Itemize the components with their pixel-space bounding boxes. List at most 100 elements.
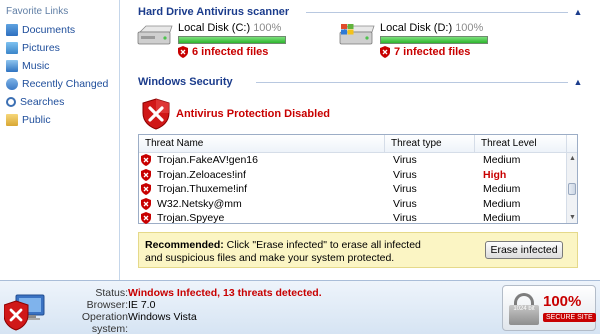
disk-percent: 100%: [253, 22, 282, 34]
os-label: Operation system:: [81, 311, 128, 334]
footer-labels: Status: Browser: Operation system:: [52, 287, 128, 334]
disk-label: Local Disk (D:) 100%: [380, 22, 483, 34]
status-label: Status:: [95, 287, 128, 299]
status-footer: Status: Browser: Operation system: Windo…: [0, 280, 600, 334]
shield-x-icon: [380, 46, 390, 58]
main-panel: Hard Drive Antivirus scanner ▲ Local Dis…: [128, 0, 592, 280]
threat-type-cell: Virus: [393, 183, 417, 196]
scan-progress-fill: [381, 37, 487, 43]
threat-name: W32.Netsky@mm: [157, 197, 242, 210]
favorite-links-title: Favorite Links: [6, 6, 69, 17]
threat-level-cell: Medium: [483, 183, 521, 196]
sidebar-item-searches[interactable]: Searches: [0, 93, 119, 111]
os-value: Windows Vista: [128, 311, 197, 323]
secure-percent: 100%: [543, 293, 582, 310]
shield-x-icon: [141, 168, 151, 181]
infected-label: 7 infected files: [394, 46, 471, 58]
scan-progress-bar: [178, 36, 286, 44]
collapse-chevron-icon[interactable]: ▲: [572, 76, 584, 88]
threat-type-cell: Virus: [393, 197, 417, 210]
browser-value: IE 7.0: [128, 299, 156, 311]
sidebar-item-recently-changed[interactable]: Recently Changed: [0, 75, 119, 93]
padlock-icon: 1024 bit: [509, 293, 539, 325]
column-header-threat-type[interactable]: Threat type: [385, 135, 475, 152]
shield-x-icon: [141, 183, 151, 196]
search-icon: [6, 97, 16, 107]
sidebar-item-label: Pictures: [22, 42, 60, 54]
collapse-chevron-icon[interactable]: ▲: [572, 6, 584, 18]
hard-drive-icon: [137, 25, 173, 45]
sidebar-item-pictures[interactable]: Pictures: [0, 39, 119, 57]
shield-x-icon: [178, 46, 188, 58]
column-header-threat-level[interactable]: Threat Level: [475, 135, 567, 152]
shield-x-icon: [142, 98, 170, 130]
threat-level-cell: High: [483, 168, 507, 181]
disk-d: Local Disk (D:) 100% 7 infected files: [338, 20, 508, 60]
infected-count: 7 infected files: [380, 46, 470, 58]
sidebar-item-label: Documents: [22, 24, 76, 36]
scan-progress-bar: [380, 36, 488, 44]
public-folder-icon: [6, 114, 18, 126]
disk-name: Local Disk (C:): [178, 22, 251, 34]
column-header-threat-name[interactable]: Threat Name: [139, 135, 385, 152]
security-section-title: Windows Security: [138, 76, 233, 88]
sidebar-item-label: Searches: [20, 96, 65, 108]
sidebar-item-music[interactable]: Music: [0, 57, 119, 75]
scroll-thumb[interactable]: [568, 183, 576, 195]
threat-name: Trojan.Spyeye: [157, 212, 225, 225]
documents-icon: [6, 24, 18, 36]
disk-c: Local Disk (C:) 100% 6 infected files: [136, 20, 306, 60]
scroll-down-icon[interactable]: ▼: [567, 212, 578, 223]
threat-name: Trojan.Zeloaces!inf: [157, 168, 246, 181]
threat-name-cell: Trojan.Zeloaces!inf: [139, 168, 387, 181]
table-row[interactable]: Trojan.Thuxeme!inf Virus Medium: [139, 182, 567, 197]
recent-icon: [6, 78, 18, 90]
disk-name: Local Disk (D:): [380, 22, 453, 34]
shield-x-icon: [141, 197, 151, 210]
sidebar-item-documents[interactable]: Documents: [0, 21, 119, 39]
section-divider: [256, 82, 568, 83]
table-row[interactable]: Trojan.FakeAV!gen16 Virus Medium: [139, 153, 567, 168]
infected-label: 6 infected files: [192, 46, 269, 58]
threat-name: Trojan.Thuxeme!inf: [157, 183, 248, 196]
status-value: Windows Infected, 13 threats detected.: [128, 287, 322, 299]
table-header: Threat Name Threat type Threat Level: [139, 135, 577, 153]
shield-x-icon: [141, 154, 151, 167]
windows-drive-icon: [339, 24, 375, 45]
sidebar-item-public[interactable]: Public: [0, 111, 119, 129]
threat-name-cell: Trojan.Spyeye: [139, 212, 387, 225]
scan-progress-fill: [179, 37, 285, 43]
threat-name-cell: Trojan.FakeAV!gen16: [139, 154, 387, 167]
recommendation-label: Recommended:: [145, 239, 224, 251]
threat-level-cell: Medium: [483, 154, 521, 167]
favorite-links-pane: Favorite Links Documents Pictures Music …: [0, 0, 120, 280]
footer-values: Windows Infected, 13 threats detected. I…: [128, 287, 322, 323]
shield-x-icon: [141, 212, 151, 225]
secure-site-badge: 1024 bit 100% SECURE SITE: [502, 285, 596, 331]
disk-label: Local Disk (C:) 100%: [178, 22, 281, 34]
threat-name-cell: W32.Netsky@mm: [139, 197, 387, 210]
sidebar-item-label: Recently Changed: [22, 78, 109, 90]
protection-status-text: Antivirus Protection Disabled: [176, 108, 331, 120]
browser-label: Browser:: [86, 299, 128, 311]
security-warning-icon: [4, 294, 45, 331]
table-row[interactable]: Trojan.Spyeye Virus Medium: [139, 211, 567, 226]
threat-level-cell: Medium: [483, 197, 521, 210]
recommendation-box: Recommended: Click "Erase infected" to e…: [138, 232, 578, 268]
threat-type-cell: Virus: [393, 154, 417, 167]
protection-alert: Antivirus Protection Disabled: [142, 98, 330, 130]
threat-name: Trojan.FakeAV!gen16: [157, 154, 258, 167]
pictures-icon: [6, 42, 18, 54]
scroll-up-icon[interactable]: ▲: [567, 153, 578, 164]
threat-name-cell: Trojan.Thuxeme!inf: [139, 183, 387, 196]
table-row[interactable]: W32.Netsky@mm Virus Medium: [139, 197, 567, 212]
secure-site-label: SECURE SITE: [543, 313, 596, 322]
table-row[interactable]: Trojan.Zeloaces!inf Virus High: [139, 168, 567, 183]
section-divider: [306, 12, 568, 13]
erase-infected-button[interactable]: Erase infected: [485, 241, 563, 259]
table-scrollbar[interactable]: ▲ ▼: [566, 153, 577, 223]
disk-percent: 100%: [455, 22, 484, 34]
threat-level-cell: Medium: [483, 212, 521, 225]
threat-type-cell: Virus: [393, 212, 417, 225]
threats-table: Threat Name Threat type Threat Level Tro…: [138, 134, 578, 226]
